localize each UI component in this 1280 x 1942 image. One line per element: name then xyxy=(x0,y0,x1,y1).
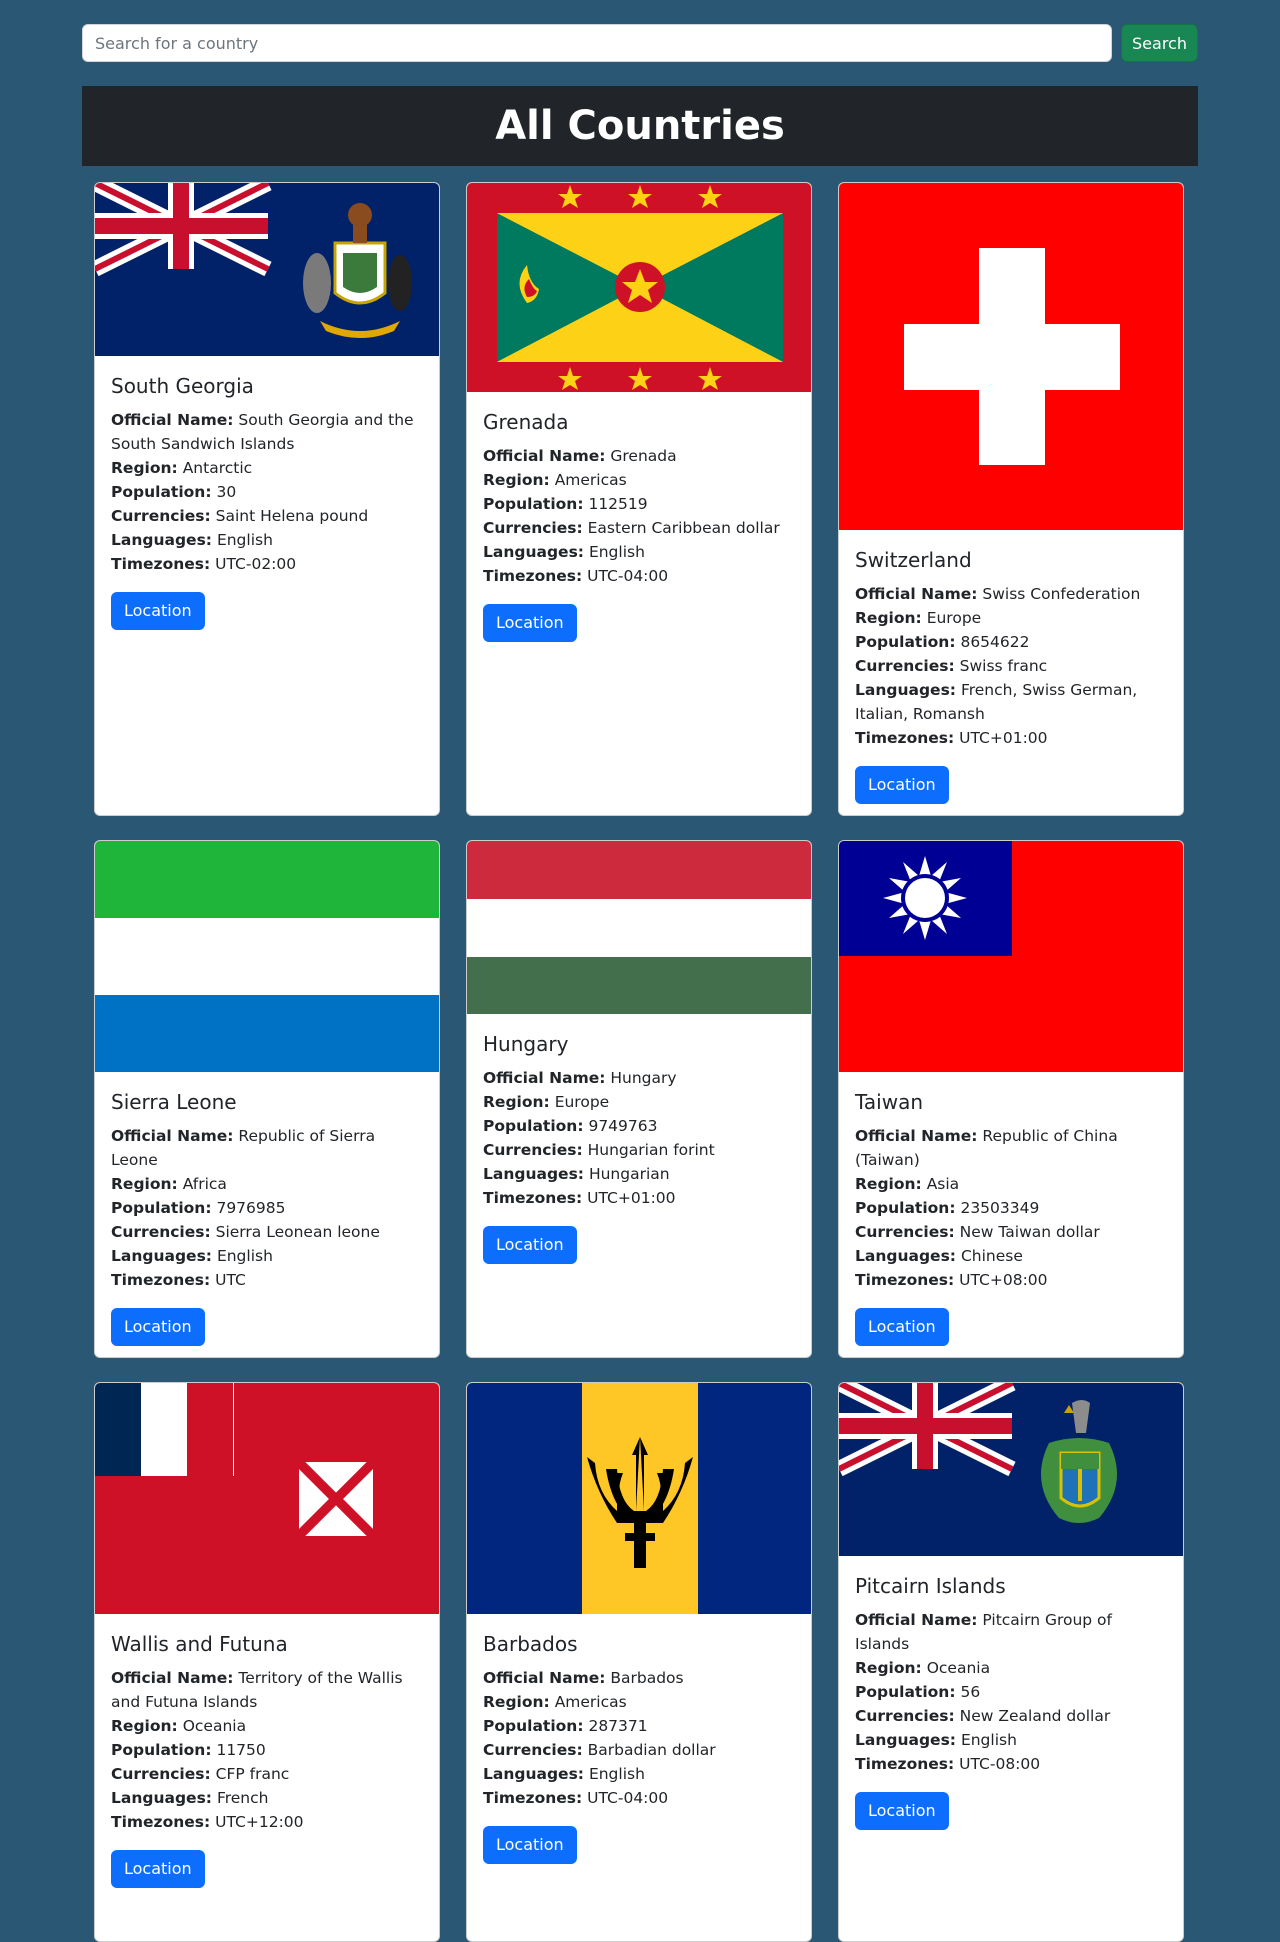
flag-hungary xyxy=(467,841,811,1014)
official-name-row: Official Name: Hungary xyxy=(483,1069,677,1087)
flag-barbados xyxy=(467,1383,811,1614)
languages-row: Languages: Chinese xyxy=(855,1247,1023,1265)
population-row: Population: 23503349 xyxy=(855,1199,1040,1217)
currencies-row: Currencies: Eastern Caribbean dollar xyxy=(483,519,780,537)
timezones-row: Timezones: UTC-04:00 xyxy=(483,1789,669,1807)
country-card: Grenada Official Name: Grenada Region: A… xyxy=(466,182,812,816)
population-row: Population: 9749763 xyxy=(483,1117,658,1135)
timezones-row: Timezones: UTC+01:00 xyxy=(483,1189,676,1207)
flag-sierra-leone xyxy=(95,841,439,1072)
currencies-row: Currencies: Swiss franc xyxy=(855,657,1048,675)
country-card: Sierra Leone Official Name: Republic of … xyxy=(94,840,440,1358)
country-name: Grenada xyxy=(483,410,569,434)
region-row: Region: Americas xyxy=(483,471,627,489)
location-button[interactable]: Location xyxy=(855,1792,949,1830)
location-button[interactable]: Location xyxy=(483,604,577,642)
location-button[interactable]: Location xyxy=(111,1850,205,1888)
location-button[interactable]: Location xyxy=(483,1826,577,1864)
official-name-row: Official Name: Barbados xyxy=(483,1669,684,1687)
country-card: Taiwan Official Name: Republic of China … xyxy=(838,840,1184,1358)
languages-row: Languages: English xyxy=(483,543,645,561)
country-card: Pitcairn Islands Official Name: Pitcairn… xyxy=(838,1382,1184,1942)
country-name: Sierra Leone xyxy=(111,1090,237,1114)
languages-row: Languages: English xyxy=(111,531,273,549)
country-name: Hungary xyxy=(483,1032,569,1056)
languages-row: Languages: English xyxy=(855,1731,1017,1749)
search-button[interactable]: Search xyxy=(1121,24,1198,62)
timezones-row: Timezones: UTC xyxy=(111,1271,246,1289)
flag-switzerland xyxy=(839,183,1183,530)
population-row: Population: 7976985 xyxy=(111,1199,286,1217)
currencies-row: Currencies: New Taiwan dollar xyxy=(855,1223,1100,1241)
location-button[interactable]: Location xyxy=(111,1308,205,1346)
official-name-row: Official Name: Swiss Confederation xyxy=(855,585,1141,603)
country-card: South Georgia Official Name: South Georg… xyxy=(94,182,440,816)
flag-grenada xyxy=(467,183,811,392)
population-row: Population: 112519 xyxy=(483,495,648,513)
flag-taiwan xyxy=(839,841,1183,1072)
location-button[interactable]: Location xyxy=(855,766,949,804)
timezones-row: Timezones: UTC+08:00 xyxy=(855,1271,1048,1289)
location-button[interactable]: Location xyxy=(111,592,205,630)
population-row: Population: 287371 xyxy=(483,1717,648,1735)
currencies-row: Currencies: CFP franc xyxy=(111,1765,290,1783)
region-row: Region: Asia xyxy=(855,1175,960,1193)
currencies-row: Currencies: Barbadian dollar xyxy=(483,1741,716,1759)
country-card: Switzerland Official Name: Swiss Confede… xyxy=(838,182,1184,816)
flag-wallis-and-futuna xyxy=(95,1383,439,1614)
country-name: Pitcairn Islands xyxy=(855,1574,1006,1598)
languages-row: Languages: Hungarian xyxy=(483,1165,670,1183)
country-card: Wallis and Futuna Official Name: Territo… xyxy=(94,1382,440,1942)
timezones-row: Timezones: UTC-02:00 xyxy=(111,555,297,573)
flag-south-georgia xyxy=(95,183,439,356)
official-name-row: Official Name: Pitcairn Group of Islands xyxy=(855,1611,1112,1653)
country-name: Switzerland xyxy=(855,548,972,572)
languages-row: Languages: English xyxy=(483,1765,645,1783)
search-bar: Search xyxy=(82,24,1198,62)
page-title: All Countries xyxy=(82,86,1198,166)
flag-pitcairn-islands xyxy=(839,1383,1183,1556)
official-name-row: Official Name: Republic of Sierra Leone xyxy=(111,1127,376,1169)
currencies-row: Currencies: Hungarian forint xyxy=(483,1141,715,1159)
languages-row: Languages: French xyxy=(111,1789,269,1807)
country-card: Hungary Official Name: Hungary Region: E… xyxy=(466,840,812,1358)
currencies-row: Currencies: New Zealand dollar xyxy=(855,1707,1111,1725)
country-card: Barbados Official Name: Barbados Region:… xyxy=(466,1382,812,1942)
country-name: Taiwan xyxy=(855,1090,924,1114)
timezones-row: Timezones: UTC-08:00 xyxy=(855,1755,1041,1773)
languages-row: Languages: French, Swiss German, Italian… xyxy=(855,681,1138,723)
region-row: Region: Antarctic xyxy=(111,459,253,477)
country-name: Barbados xyxy=(483,1632,578,1656)
population-row: Population: 8654622 xyxy=(855,633,1030,651)
population-row: Population: 30 xyxy=(111,483,237,501)
region-row: Region: Europe xyxy=(483,1093,610,1111)
official-name-row: Official Name: Grenada xyxy=(483,447,677,465)
timezones-row: Timezones: UTC+01:00 xyxy=(855,729,1048,747)
official-name-row: Official Name: Territory of the Wallis a… xyxy=(111,1669,403,1711)
timezones-row: Timezones: UTC+12:00 xyxy=(111,1813,304,1831)
official-name-row: Official Name: Republic of China (Taiwan… xyxy=(855,1127,1118,1169)
official-name-row: Official Name: South Georgia and the Sou… xyxy=(111,411,414,453)
region-row: Region: Oceania xyxy=(855,1659,991,1677)
location-button[interactable]: Location xyxy=(855,1308,949,1346)
region-row: Region: Europe xyxy=(855,609,982,627)
region-row: Region: Oceania xyxy=(111,1717,247,1735)
timezones-row: Timezones: UTC-04:00 xyxy=(483,567,669,585)
languages-row: Languages: English xyxy=(111,1247,273,1265)
population-row: Population: 11750 xyxy=(111,1741,266,1759)
population-row: Population: 56 xyxy=(855,1683,981,1701)
location-button[interactable]: Location xyxy=(483,1226,577,1264)
currencies-row: Currencies: Sierra Leonean leone xyxy=(111,1223,380,1241)
region-row: Region: Americas xyxy=(483,1693,627,1711)
country-name: Wallis and Futuna xyxy=(111,1632,288,1656)
region-row: Region: Africa xyxy=(111,1175,227,1193)
country-name: South Georgia xyxy=(111,374,254,398)
search-input[interactable] xyxy=(82,24,1112,62)
currencies-row: Currencies: Saint Helena pound xyxy=(111,507,369,525)
